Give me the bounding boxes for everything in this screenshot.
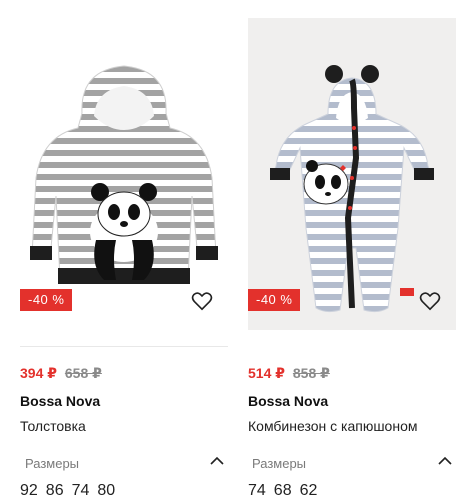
current-price: 394 ₽ <box>20 365 57 381</box>
product-card[interactable]: -40 % 514 ₽ 858 ₽ Bossa Nova Комбинезон … <box>248 18 456 499</box>
divider <box>20 346 228 347</box>
product-photo[interactable]: -40 % <box>248 18 456 330</box>
size-option[interactable]: 80 <box>97 482 115 499</box>
sizes-label: Размеры <box>252 456 307 471</box>
size-option[interactable]: 62 <box>300 482 318 499</box>
size-option[interactable]: 86 <box>46 482 64 499</box>
product-brand[interactable]: Bossa Nova <box>20 393 100 409</box>
striped-hoodie-image <box>30 65 218 284</box>
old-price: 658 ₽ <box>64 365 102 381</box>
striped-romper-image <box>270 65 434 313</box>
old-price: 858 ₽ <box>292 365 330 381</box>
current-price: 514 ₽ <box>248 365 285 381</box>
price-row: 394 ₽ 658 ₽ <box>20 365 102 382</box>
size-option[interactable]: 74 <box>72 482 90 499</box>
product-photo[interactable]: -40 % <box>20 18 228 330</box>
product-name[interactable]: Комбинезон с капюшоном <box>248 418 417 434</box>
size-option[interactable]: 68 <box>274 482 292 499</box>
sizes-list: 92 86 74 80 <box>20 482 123 500</box>
chevron-up-icon[interactable] <box>437 455 453 467</box>
product-card[interactable]: -40 % 394 ₽ 658 ₽ Bossa Nova Толстовка Р… <box>20 18 228 499</box>
discount-badge: -40 % <box>20 289 73 311</box>
favorite-heart-icon[interactable] <box>418 289 442 313</box>
size-option[interactable]: 74 <box>248 482 266 499</box>
discount-badge: -40 % <box>248 289 301 311</box>
sizes-label: Размеры <box>25 456 80 471</box>
product-name[interactable]: Толстовка <box>20 418 86 434</box>
favorite-heart-icon[interactable] <box>190 289 214 313</box>
chevron-up-icon[interactable] <box>209 455 225 467</box>
sizes-list: 74 68 62 <box>248 482 325 500</box>
size-option[interactable]: 92 <box>20 482 38 499</box>
product-brand[interactable]: Bossa Nova <box>248 393 328 409</box>
price-row: 514 ₽ 858 ₽ <box>248 365 330 382</box>
